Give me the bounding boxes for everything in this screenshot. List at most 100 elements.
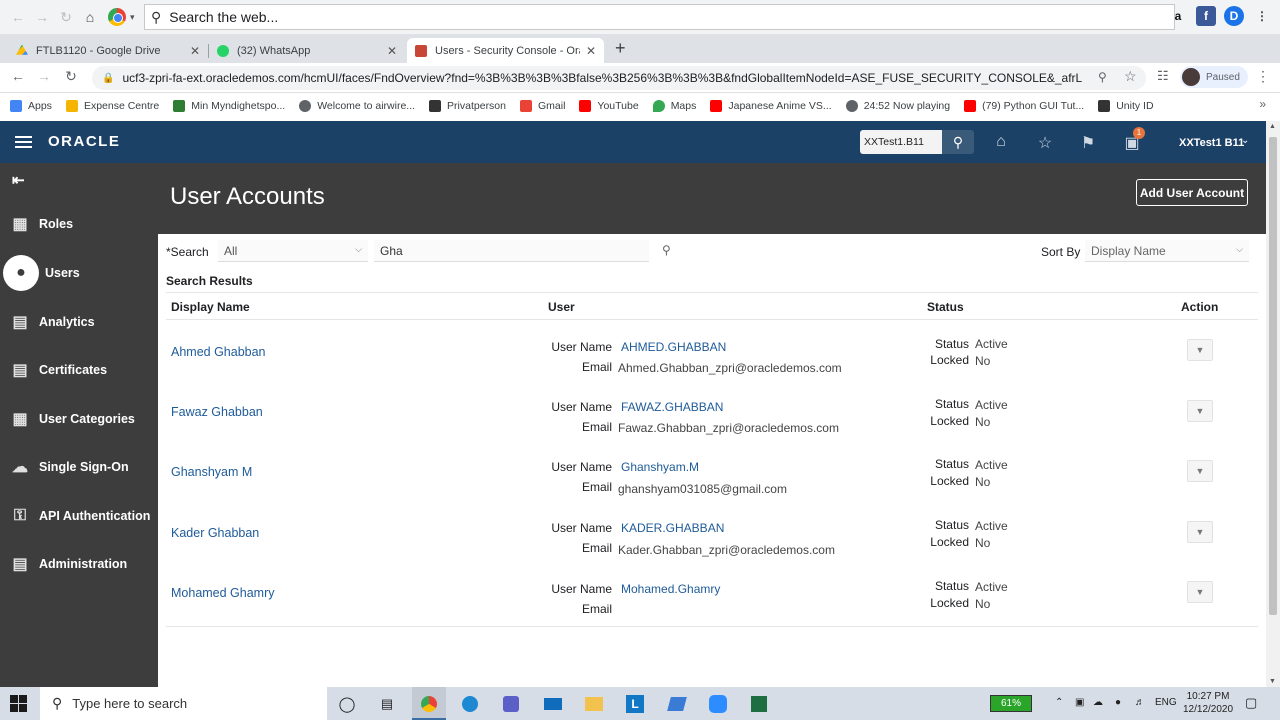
forward-icon[interactable]: → [30, 5, 54, 29]
row-action-dropdown[interactable]: ▼ [1187, 400, 1213, 422]
key-icon[interactable]: ⚲ [1098, 70, 1107, 84]
tray-chevron-up-icon[interactable]: ⌃ [1055, 697, 1063, 708]
bookmark-python-gui[interactable]: (79) Python GUI Tut... [964, 99, 1084, 112]
extension-d-icon[interactable]: D [1224, 6, 1244, 26]
nav-item-single-sign-on[interactable]: ☁ Single Sign-On [0, 449, 158, 485]
row-action-dropdown[interactable]: ▼ [1187, 339, 1213, 361]
teams-icon[interactable] [500, 694, 522, 714]
mail-icon[interactable] [542, 694, 564, 714]
new-tab-icon[interactable]: + [615, 38, 626, 59]
row-action-dropdown[interactable]: ▼ [1187, 581, 1213, 603]
web-search-input[interactable]: ⚲ Search the web... [144, 4, 1175, 30]
header-search-input[interactable]: XXTest1.B11 [860, 130, 942, 154]
bookmark-privatperson[interactable]: Privatperson [429, 99, 506, 112]
chrome-menu-icon[interactable]: ⋮ [1256, 68, 1270, 85]
nav-item-roles[interactable]: ▦ Roles [0, 206, 158, 242]
home-icon[interactable]: ⌂ [991, 133, 1011, 151]
bookmark-youtube[interactable]: YouTube [579, 99, 639, 112]
chrome-icon[interactable] [108, 8, 126, 26]
user-name-value[interactable]: AHMED.GHABBAN [621, 340, 726, 354]
bookmarks-more-icon[interactable]: » [1259, 97, 1266, 111]
nav-item-user-categories[interactable]: ▦ User Categories [0, 401, 158, 437]
chevron-down-icon[interactable]: ⌄ [1241, 135, 1249, 146]
user-menu[interactable]: XXTest1 B11 [1179, 137, 1244, 149]
add-user-account-button[interactable]: Add User Account [1136, 179, 1248, 206]
menu-dots-icon[interactable]: ⋮ [1252, 6, 1272, 26]
scroll-down-icon[interactable]: ▼ [1269, 678, 1276, 685]
user-name-value[interactable]: Mohamed.Ghamry [621, 582, 720, 596]
display-name-link[interactable]: Kader Ghabban [171, 526, 259, 540]
search-icon[interactable]: ⚲ [662, 243, 671, 257]
system-clock[interactable]: 10:27 PM 12/12/2020 [1183, 690, 1233, 716]
bookmark-star-icon[interactable]: ☆ [1124, 68, 1137, 85]
close-icon[interactable]: ✕ [586, 44, 596, 58]
bookmark-expense-centre[interactable]: Expense Centre [65, 99, 159, 112]
chrome-taskbar-icon[interactable] [418, 694, 440, 714]
amazon-icon[interactable]: a [1168, 6, 1188, 26]
battery-indicator[interactable]: 61% [990, 695, 1032, 712]
favorites-star-icon[interactable]: ☆ [1035, 133, 1055, 153]
back-icon[interactable]: ← [6, 5, 30, 29]
close-icon[interactable]: ✕ [387, 44, 397, 58]
hamburger-menu-icon[interactable] [15, 136, 32, 148]
scrollbar-thumb[interactable] [1269, 137, 1277, 615]
chevron-down-icon[interactable]: ▾ [130, 12, 135, 23]
tray-app-icon[interactable]: ▣ [1075, 697, 1084, 708]
scroll-up-icon[interactable]: ▲ [1269, 123, 1276, 130]
tab-google-drive[interactable]: FTLB1120 - Google Drive ✕ [8, 38, 208, 63]
forward-arrow-icon[interactable]: → [34, 68, 54, 84]
nav-item-administration[interactable]: ▤ Administration [0, 546, 158, 582]
nav-item-analytics[interactable]: ▤ Analytics [0, 304, 158, 340]
task-view-icon[interactable]: ▤ [376, 694, 398, 714]
volume-icon[interactable]: ♬ [1135, 697, 1145, 708]
row-action-dropdown[interactable]: ▼ [1187, 460, 1213, 482]
taskbar-search-box[interactable]: ⚲ Type here to search [40, 687, 327, 720]
microphone-icon[interactable]: ● [1115, 697, 1121, 708]
back-arrow-icon[interactable]: ← [8, 68, 28, 84]
home-icon[interactable]: ⌂ [78, 5, 102, 29]
onedrive-icon[interactable]: ☁ [1093, 697, 1103, 708]
bookmark-unity-id[interactable]: Unity ID [1098, 99, 1154, 112]
url-field[interactable]: 🔒 ucf3-zpri-fa-ext.oracledemos.com/hcmUI… [92, 66, 1146, 90]
nav-item-certificates[interactable]: ▤ Certificates [0, 352, 158, 388]
excel-icon[interactable] [748, 694, 770, 714]
notifications-center-icon[interactable]: ▢ [1245, 695, 1257, 711]
lync-icon[interactable]: L [624, 694, 646, 714]
flag-icon[interactable]: ⚑ [1078, 133, 1098, 153]
sort-by-select[interactable]: Display Name ⌵ [1085, 240, 1249, 262]
user-name-value[interactable]: FAWAZ.GHABBAN [621, 400, 723, 414]
bookmark-apps[interactable]: Apps [10, 99, 52, 112]
page-scrollbar[interactable]: ▲ ▼ [1266, 121, 1280, 687]
bookmark-gmail[interactable]: Gmail [520, 99, 565, 112]
collapse-panel-icon[interactable]: ⇤ [12, 171, 25, 189]
bookmark-airwire[interactable]: Welcome to airwire... [299, 99, 415, 112]
file-explorer-icon[interactable] [583, 694, 605, 714]
bookmark-now-playing[interactable]: 24:52 Now playing [845, 99, 950, 112]
display-name-link[interactable]: Mohamed Ghamry [171, 586, 275, 600]
display-name-link[interactable]: Ahmed Ghabban [171, 345, 266, 359]
search-input[interactable]: Gha [374, 240, 649, 262]
reload-icon[interactable]: ↻ [61, 68, 81, 85]
display-name-link[interactable]: Ghanshyam M [171, 465, 252, 479]
reload-icon[interactable]: ↻ [54, 5, 78, 29]
nav-item-api-authentication[interactable]: ⚿ API Authentication [0, 498, 158, 534]
zoom-icon[interactable] [707, 694, 729, 714]
display-name-link[interactable]: Fawaz Ghabban [171, 405, 263, 419]
search-scope-select[interactable]: All ⌵ [218, 240, 368, 262]
bookmark-myndighetspost[interactable]: Min Myndighetspo... [173, 99, 285, 112]
bookmark-maps[interactable]: Maps [652, 99, 696, 112]
header-search-button[interactable]: ⚲ [942, 130, 974, 154]
app-icon[interactable] [666, 694, 688, 714]
row-action-dropdown[interactable]: ▼ [1187, 521, 1213, 543]
close-icon[interactable]: ✕ [190, 44, 200, 58]
windows-start-icon[interactable] [10, 695, 27, 712]
tab-security-console[interactable]: Users - Security Console - Oracle ✕ [407, 38, 604, 63]
tab-whatsapp[interactable]: (32) WhatsApp ✕ [209, 38, 405, 63]
facebook-icon[interactable]: f [1196, 6, 1216, 26]
user-name-value[interactable]: KADER.GHABBAN [621, 521, 724, 535]
cortana-icon[interactable]: ◯ [336, 694, 358, 714]
language-indicator[interactable]: ENG [1155, 697, 1177, 708]
user-name-value[interactable]: Ghanshyam.M [621, 460, 699, 474]
profile-button[interactable]: Paused [1180, 66, 1248, 88]
bookmark-anime[interactable]: Japanese Anime VS... [710, 99, 832, 112]
